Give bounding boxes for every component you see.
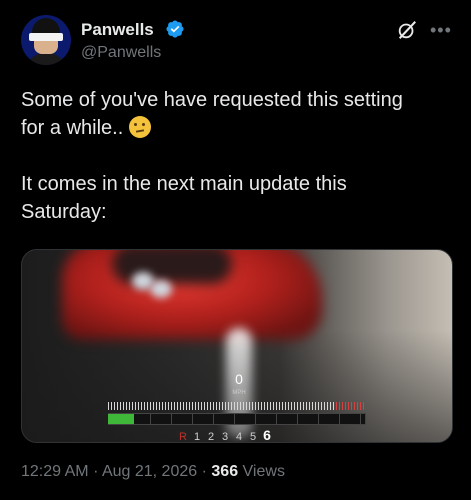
gear-indicator: R123456 [176,427,274,443]
separator: · [201,463,207,480]
speed-unit: MPH [232,390,246,396]
avatar[interactable] [21,15,71,65]
more-options-icon[interactable]: ••• [430,19,452,41]
verified-badge-icon [166,20,184,38]
gear-6: 6 [263,427,271,443]
gear-r: R [179,431,187,443]
author-name[interactable]: Panwells [81,20,154,40]
rpm-fill [108,414,134,424]
redline-ticks [336,402,366,410]
separator: · [93,463,99,480]
car-window [112,250,232,284]
tweet-line: for a while.. [21,114,451,142]
tweet-meta: 12:29 AM · Aug 21, 2026 · 366 Views [21,463,285,481]
gear-3: 3 [221,431,229,443]
rpm-ticks [108,402,366,410]
media-video[interactable]: 0 MPH R123456 [21,249,453,443]
tweet-text: Some of you've have requested this setti… [21,86,451,226]
speed-readout: 0 [235,371,243,387]
tweet-time[interactable]: 12:29 AM [21,463,89,480]
gear-5: 5 [249,431,257,443]
tweet-date[interactable]: Aug 21, 2026 [102,463,197,480]
car-headlight [150,280,172,298]
grok-icon[interactable] [396,19,418,41]
tweet-line: It comes in the next main update this [21,173,347,195]
tweet-line-text: for a while.. [21,117,124,139]
gear-4: 4 [235,431,243,443]
gear-2: 2 [207,431,215,443]
views-label: Views [242,463,285,480]
rpm-bar [108,413,366,425]
tweet-line: Some of you've have requested this setti… [21,89,403,111]
thinking-face-emoji-icon [128,116,151,138]
author-handle[interactable]: @Panwells [81,44,161,62]
gear-1: 1 [193,431,201,443]
tweet-line: Saturday: [21,201,107,223]
views-count[interactable]: 366 [211,463,238,480]
